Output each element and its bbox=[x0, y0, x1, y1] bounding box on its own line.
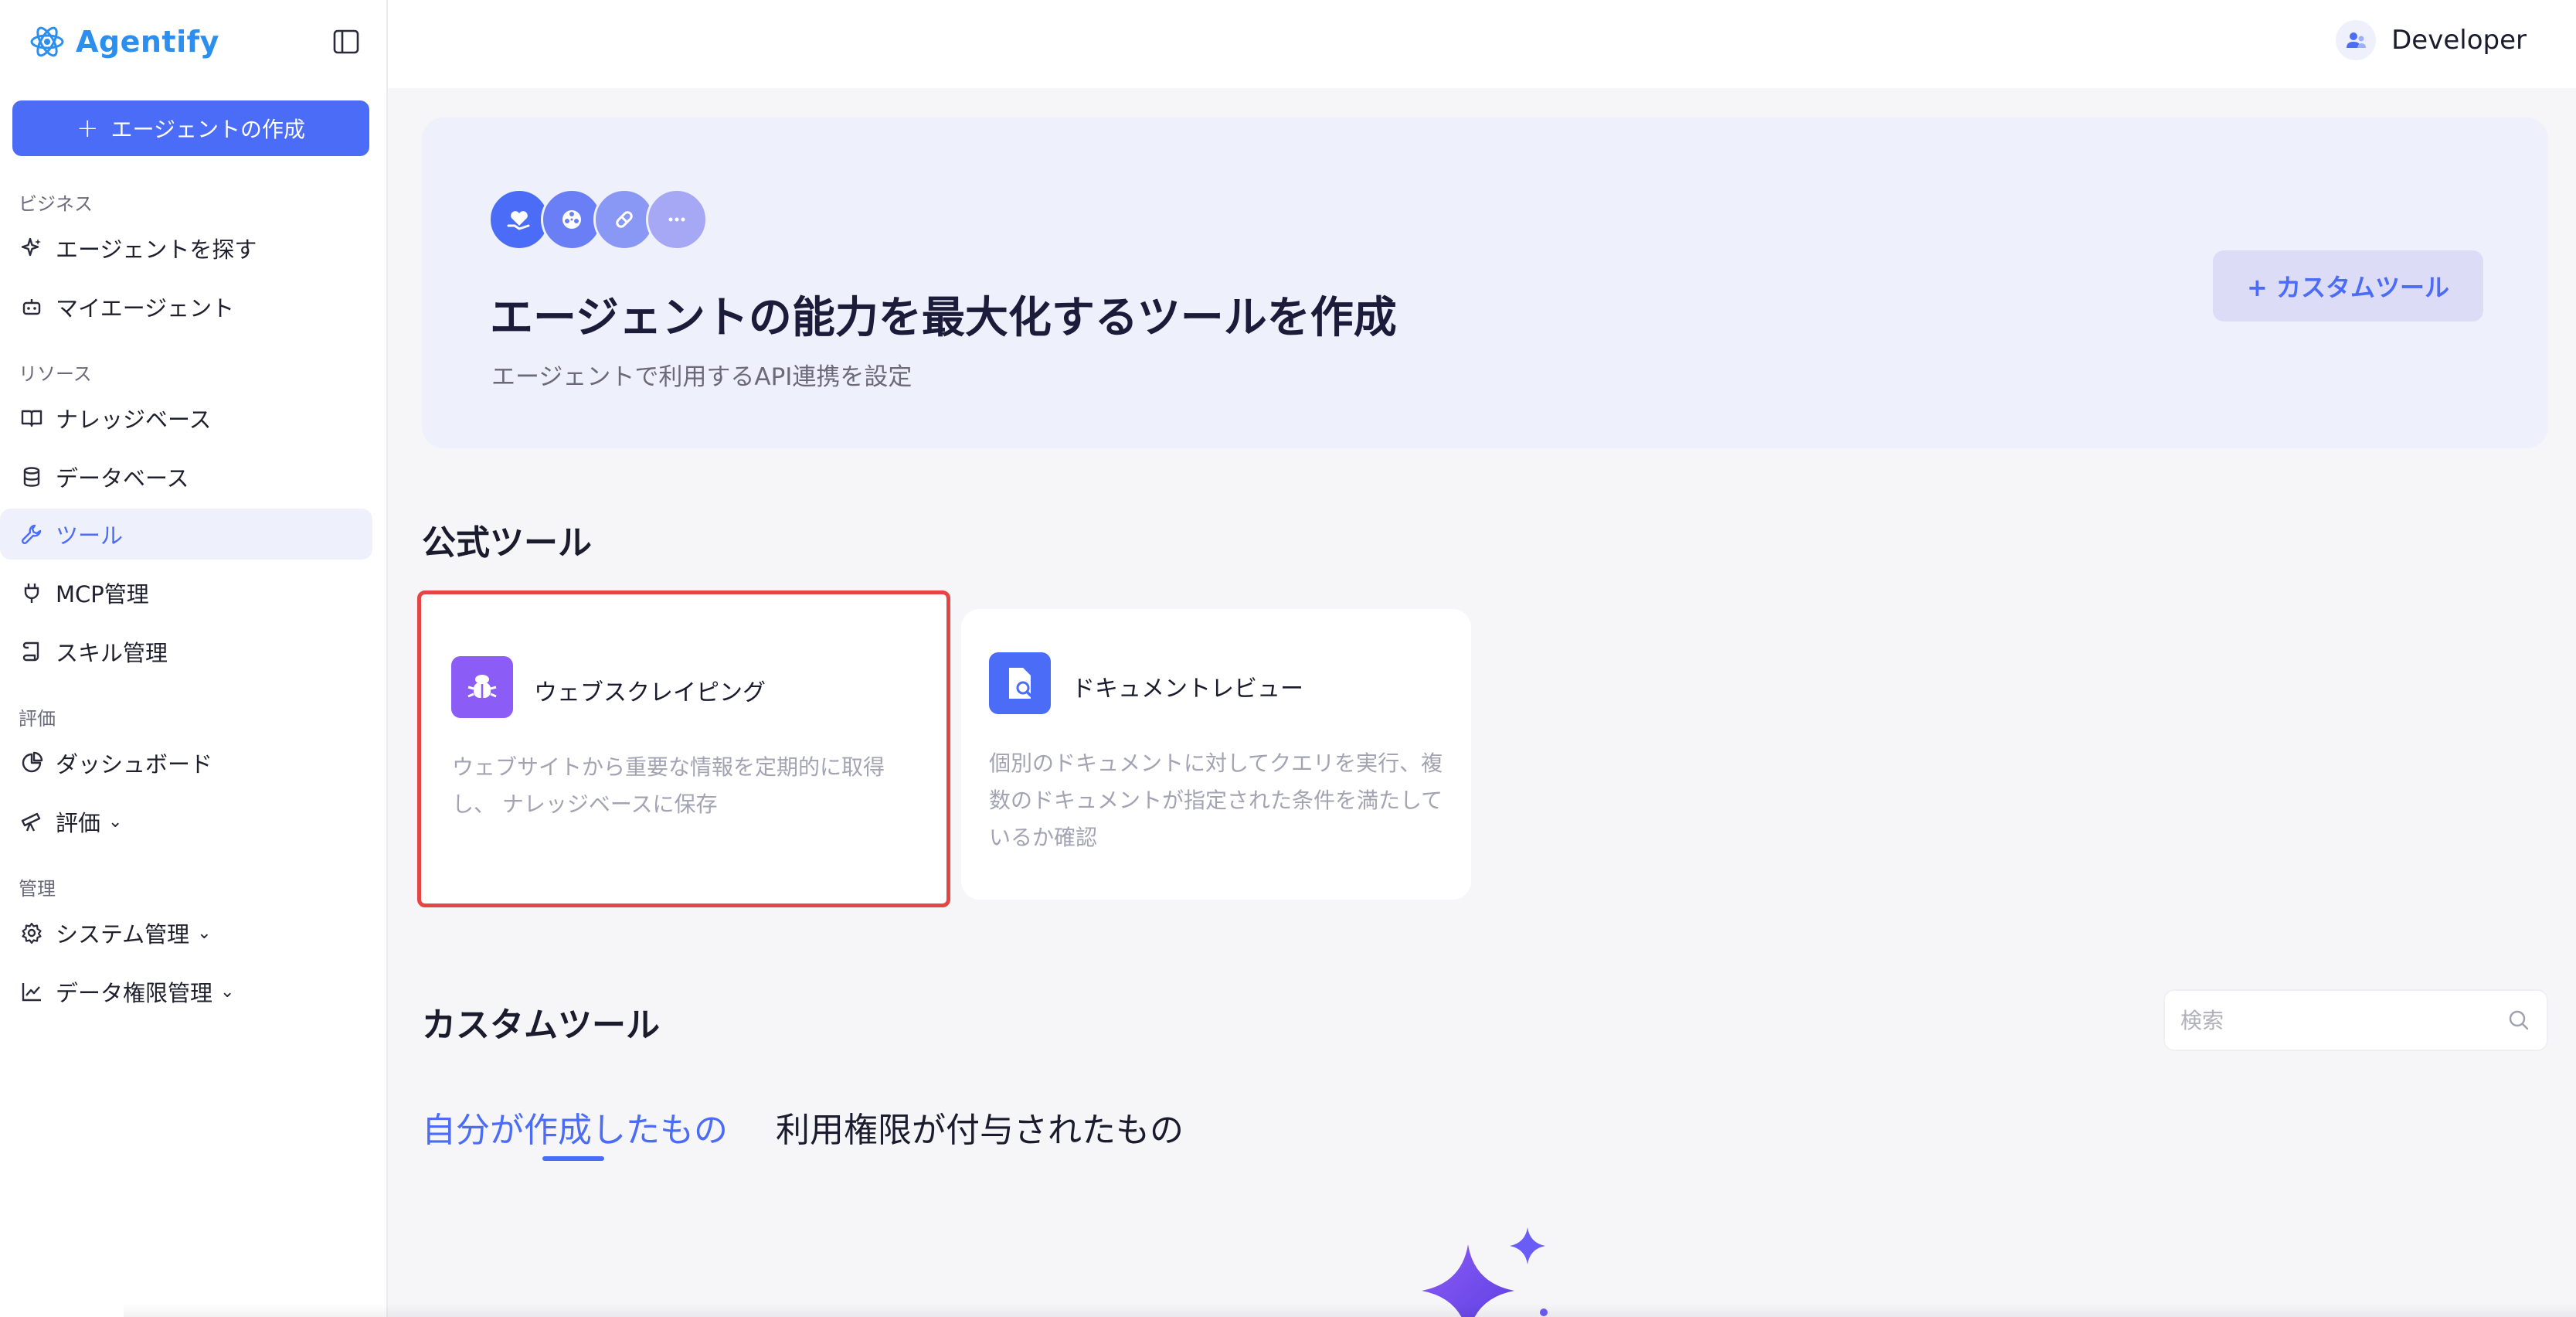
hero-icon-group bbox=[488, 189, 708, 250]
sidebar-toggle-icon bbox=[333, 29, 359, 54]
sidebar-item-mcp[interactable]: MCP管理 bbox=[0, 567, 372, 618]
sidebar-item-evaluation[interactable]: 評価 ⌄ bbox=[0, 796, 372, 847]
page-title: エージェントの能力を最大化するツールを作成 bbox=[490, 293, 1397, 343]
section-label-resources: リソース bbox=[19, 363, 92, 385]
sidebar-item-dashboard[interactable]: ダッシュボード bbox=[0, 737, 372, 788]
chevron-down-icon: ⌄ bbox=[220, 982, 235, 1002]
tool-card-description: ウェブサイトから重要な情報を定期的に取得し、 ナレッジベースに保存 bbox=[452, 754, 885, 817]
app-name: Agentify bbox=[76, 25, 219, 59]
bottom-edge-shadow bbox=[124, 1303, 2576, 1317]
logo[interactable]: Agentify bbox=[28, 20, 219, 63]
sidebar-item-data-permissions[interactable]: データ権限管理 ⌄ bbox=[0, 966, 372, 1017]
sparkles-icon bbox=[20, 237, 43, 260]
add-custom-tool-button[interactable]: + カスタムツール bbox=[2213, 250, 2483, 322]
tool-card-web-scraping[interactable]: ウェブスクレイピング ウェブサイトから重要な情報を定期的に取得し、 ナレッジベー… bbox=[417, 590, 950, 907]
sidebar-item-database[interactable]: データベース bbox=[0, 451, 372, 502]
sidebar-item-tools[interactable]: ツール bbox=[0, 509, 372, 560]
sidebar-item-label: エージェントを探す bbox=[56, 237, 257, 263]
create-agent-button[interactable]: + エージェントの作成 bbox=[12, 100, 369, 156]
official-tools-heading: 公式ツール bbox=[422, 523, 592, 563]
sidebar-item-label: MCP管理 bbox=[56, 581, 149, 607]
create-agent-label: エージェントの作成 bbox=[110, 117, 305, 142]
sidebar: Agentify + エージェントの作成 ビジネス エージェントを探す マイエー… bbox=[0, 0, 388, 1317]
avatar bbox=[2336, 20, 2377, 60]
tab-shared-with-me[interactable]: 利用権限が付与されたもの bbox=[776, 1102, 1184, 1152]
search-input[interactable] bbox=[2180, 991, 2489, 1050]
page-subtitle: エージェントで利用するAPI連携を設定 bbox=[491, 363, 912, 391]
telescope-icon bbox=[20, 810, 43, 833]
sidebar-collapse-button[interactable] bbox=[331, 28, 362, 56]
plus-icon: + bbox=[76, 113, 99, 144]
section-label-admin: 管理 bbox=[19, 878, 56, 900]
user-icon bbox=[2347, 32, 2367, 48]
wrench-icon bbox=[20, 522, 43, 546]
sidebar-item-my-agents[interactable]: マイエージェント bbox=[0, 281, 372, 332]
tab-created-by-me[interactable]: 自分が作成したもの bbox=[422, 1102, 728, 1152]
sidebar-item-label: ナレッジベース bbox=[56, 407, 212, 433]
sidebar-item-skills[interactable]: スキル管理 bbox=[0, 626, 372, 677]
search-icon[interactable] bbox=[2506, 1008, 2531, 1033]
tool-card-description: 個別のドキュメントに対してクエリを実行、複数のドキュメントが指定された条件を満た… bbox=[989, 750, 1443, 850]
sidebar-item-label: ツール bbox=[56, 522, 124, 549]
sidebar-item-label: データベース bbox=[56, 465, 189, 492]
plug-icon bbox=[20, 581, 43, 604]
doc-search-icon bbox=[989, 652, 1051, 714]
line-chart-icon bbox=[20, 980, 43, 1003]
search-box[interactable] bbox=[2163, 989, 2548, 1051]
user-menu[interactable]: Developer bbox=[2336, 19, 2527, 62]
scroll-icon bbox=[20, 640, 43, 663]
pie-chart-icon bbox=[20, 751, 43, 774]
hero-banner: エージェントの能力を最大化するツールを作成 エージェントで利用するAPI連携を設… bbox=[422, 117, 2548, 448]
sidebar-item-label: スキル管理 bbox=[56, 640, 168, 666]
user-name: Developer bbox=[2391, 25, 2527, 56]
tool-card-document-review[interactable]: ドキュメントレビュー 個別のドキュメントに対してクエリを実行、複数のドキュメント… bbox=[961, 609, 1471, 900]
tool-card-title: ドキュメントレビュー bbox=[1072, 676, 1303, 703]
chevron-down-icon: ⌄ bbox=[197, 923, 212, 943]
sidebar-item-label: ダッシュボード bbox=[56, 751, 213, 778]
sidebar-item-system-admin[interactable]: システム管理 ⌄ bbox=[0, 907, 372, 958]
bug-icon bbox=[451, 656, 513, 718]
more-icon bbox=[646, 189, 708, 250]
tool-card-title: ウェブスクレイピング bbox=[534, 679, 766, 706]
robot-icon bbox=[20, 295, 43, 318]
active-tab-indicator bbox=[542, 1156, 604, 1161]
section-label-evaluation: 評価 bbox=[19, 708, 56, 730]
sidebar-item-label: システム管理 bbox=[56, 921, 190, 948]
atom-logo-icon bbox=[30, 26, 64, 57]
gear-icon bbox=[20, 921, 43, 944]
sidebar-item-label: 評価 bbox=[56, 810, 101, 836]
top-bar: Developer bbox=[388, 0, 2576, 88]
sidebar-item-label: データ権限管理 bbox=[56, 980, 213, 1006]
chevron-down-icon: ⌄ bbox=[108, 812, 123, 832]
sidebar-item-explore-agents[interactable]: エージェントを探す bbox=[0, 223, 372, 274]
database-icon bbox=[20, 465, 43, 488]
book-icon bbox=[20, 407, 43, 430]
sidebar-item-label: マイエージェント bbox=[56, 295, 235, 322]
sidebar-item-knowledge-base[interactable]: ナレッジベース bbox=[0, 393, 372, 444]
custom-tools-heading: カスタムツール bbox=[422, 1006, 660, 1045]
section-label-business: ビジネス bbox=[19, 193, 93, 215]
